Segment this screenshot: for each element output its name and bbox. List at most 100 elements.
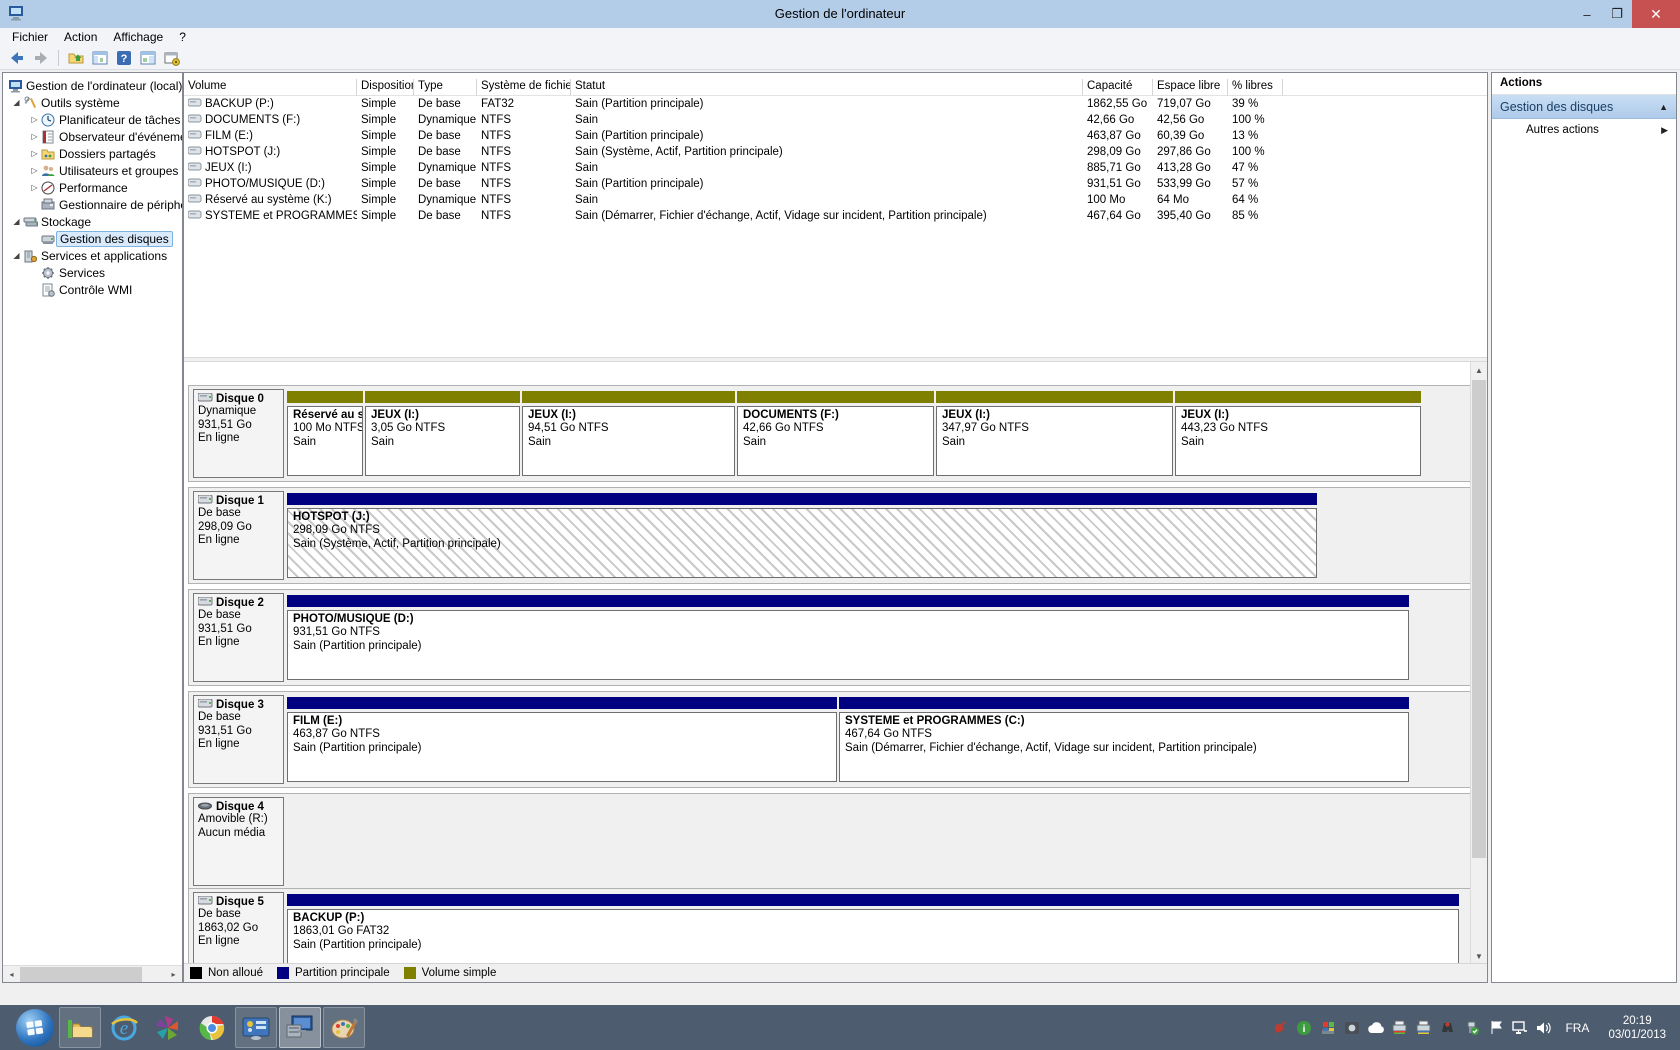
cloud-icon[interactable] xyxy=(1367,1019,1384,1036)
paint-icon[interactable] xyxy=(323,1007,365,1048)
scrollbar-thumb[interactable] xyxy=(1472,380,1486,858)
clock[interactable]: 20:19 03/01/2013 xyxy=(1602,1014,1672,1042)
printer-icon[interactable] xyxy=(1391,1019,1408,1036)
menu-fichier[interactable]: Fichier xyxy=(4,29,56,45)
up-level-button[interactable] xyxy=(65,48,87,68)
volume-row[interactable]: SYSTEME et PROGRAMMES (C:) SimpleDe base… xyxy=(184,208,1487,224)
expander-collapsed-icon[interactable]: ▷ xyxy=(29,166,40,175)
expander-expanded-icon[interactable]: ◢ xyxy=(11,98,22,107)
show-console-tree-button[interactable] xyxy=(89,48,111,68)
partition-film[interactable]: FILM (E:)463,87 Go NTFSSain (Partition p… xyxy=(287,695,837,784)
scrollbar-thumb[interactable] xyxy=(20,967,142,982)
expander-expanded-icon[interactable]: ◢ xyxy=(11,217,22,226)
tree-item-outils-systeme[interactable]: ◢ Outils système xyxy=(3,94,182,111)
tree-item-utilisateurs[interactable]: ▷ Utilisateurs et groupes l xyxy=(3,162,182,179)
volume-row[interactable]: BACKUP (P:) SimpleDe baseFAT32Sain (Part… xyxy=(184,96,1487,112)
column-header-capacite[interactable]: Capacité xyxy=(1083,79,1153,96)
tree-item-observateur[interactable]: ▷ Observateur d'événeme xyxy=(3,128,182,145)
internet-explorer-icon[interactable]: e xyxy=(103,1007,145,1048)
forward-button[interactable] xyxy=(30,48,52,68)
tree-item-gestion-des-disques[interactable]: Gestion des disques xyxy=(3,230,182,247)
collapse-icon[interactable]: ▲ xyxy=(1659,102,1668,112)
column-header-filesystem[interactable]: Système de fichiers xyxy=(477,79,571,96)
partition-backup[interactable]: BACKUP (P:)1863,01 Go FAT32Sain (Partiti… xyxy=(287,892,1459,965)
tree-horizontal-scrollbar[interactable]: ◂ ▸ xyxy=(3,965,182,982)
menu-help[interactable]: ? xyxy=(171,29,194,45)
expander-collapsed-icon[interactable]: ▷ xyxy=(29,183,40,192)
export-list-button[interactable] xyxy=(161,48,183,68)
panel-view-button[interactable] xyxy=(137,48,159,68)
volume-row[interactable]: Réservé au système (K:) SimpleDynamiqueN… xyxy=(184,192,1487,208)
tree-item-dossiers-partages[interactable]: ▷ Dossiers partagés xyxy=(3,145,182,162)
update-icon[interactable] xyxy=(1319,1019,1336,1036)
tree-item-gestionnaire-peripheriques[interactable]: Gestionnaire de périphé xyxy=(3,196,182,213)
help-button[interactable]: ? xyxy=(113,48,135,68)
column-header-type[interactable]: Type xyxy=(414,79,477,96)
column-header-espace-libre[interactable]: Espace libre xyxy=(1153,79,1228,96)
back-button[interactable] xyxy=(6,48,28,68)
partition-photo-musique[interactable]: PHOTO/MUSIQUE (D:)931,51 Go NTFSSain (Pa… xyxy=(287,593,1409,682)
gamepad-icon[interactable] xyxy=(1439,1019,1456,1036)
scroll-right-icon[interactable]: ▸ xyxy=(165,966,182,983)
explorer-icon[interactable] xyxy=(59,1007,101,1048)
volume-row[interactable]: JEUX (I:) SimpleDynamiqueNTFSSain885,71 … xyxy=(184,160,1487,176)
expander-expanded-icon[interactable]: ◢ xyxy=(11,251,22,260)
disk-area-vertical-scrollbar[interactable]: ▲ ▼ xyxy=(1470,362,1487,965)
info-icon[interactable]: i xyxy=(1295,1019,1312,1036)
photo-tray-icon[interactable] xyxy=(1343,1019,1360,1036)
close-button[interactable]: ✕ xyxy=(1632,0,1680,28)
chrome-icon[interactable] xyxy=(191,1007,233,1048)
tree-item-root[interactable]: Gestion de l'ordinateur (local) xyxy=(3,77,182,94)
tree-item-controle-wmi[interactable]: Contrôle WMI xyxy=(3,281,182,298)
partition-jeux[interactable]: JEUX (I:)3,05 Go NTFSSain xyxy=(365,389,520,478)
expander-collapsed-icon[interactable]: ▷ xyxy=(29,132,40,141)
partition-jeux[interactable]: JEUX (I:)94,51 Go NTFSSain xyxy=(522,389,735,478)
usb-icon[interactable] xyxy=(1463,1019,1480,1036)
network-icon[interactable] xyxy=(1511,1019,1528,1036)
photo-app-icon[interactable] xyxy=(147,1007,189,1048)
volume-row[interactable]: PHOTO/MUSIQUE (D:) SimpleDe baseNTFSSain… xyxy=(184,176,1487,192)
language-indicator[interactable]: FRA xyxy=(1559,1021,1595,1035)
app-tray-icon[interactable] xyxy=(1271,1019,1288,1036)
tree-item-performance[interactable]: ▷ Performance xyxy=(3,179,182,196)
partition-hotspot-selected[interactable]: HOTSPOT (J:)298,09 Go NTFSSain (Système,… xyxy=(287,491,1317,580)
disk-label[interactable]: Disque 5 De base 1863,02 Go En ligne xyxy=(193,892,284,965)
column-header-volume[interactable]: Volume xyxy=(184,79,357,96)
actions-item-autres-actions[interactable]: Autres actions▶ xyxy=(1492,119,1676,141)
menu-affichage[interactable]: Affichage xyxy=(105,29,171,45)
tree-item-stockage[interactable]: ◢ Stockage xyxy=(3,213,182,230)
column-header-disposition[interactable]: Disposition xyxy=(357,79,414,96)
disk-label[interactable]: Disque 2 De base 931,51 Go En ligne xyxy=(193,593,284,682)
restore-button[interactable]: ❐ xyxy=(1602,0,1632,28)
partition-documents[interactable]: DOCUMENTS (F:)42,66 Go NTFSSain xyxy=(737,389,934,478)
start-button[interactable] xyxy=(16,1009,54,1047)
volume-row[interactable]: DOCUMENTS (F:) SimpleDynamiqueNTFSSain42… xyxy=(184,112,1487,128)
minimize-button[interactable]: – xyxy=(1572,0,1602,28)
tree-item-services-applications[interactable]: ◢ Services et applications xyxy=(3,247,182,264)
volume-row[interactable]: FILM (E:) SimpleDe baseNTFSSain (Partiti… xyxy=(184,128,1487,144)
partition-jeux[interactable]: JEUX (I:)443,23 Go NTFSSain xyxy=(1175,389,1421,478)
actions-group-gestion-des-disques[interactable]: Gestion des disques▲ xyxy=(1492,95,1676,119)
disk-label[interactable]: Disque 0 Dynamique 931,51 Go En ligne xyxy=(193,389,284,478)
column-header-pct-libres[interactable]: % libres xyxy=(1228,79,1283,96)
partition-systeme[interactable]: SYSTEME et PROGRAMMES (C:)467,64 Go NTFS… xyxy=(839,695,1409,784)
disk-label[interactable]: Disque 3 De base 931,51 Go En ligne xyxy=(193,695,284,784)
expander-collapsed-icon[interactable]: ▷ xyxy=(29,149,40,158)
disk-label[interactable]: Disque 4 Amovible (R:) Aucun média xyxy=(193,797,284,886)
display-settings-icon[interactable] xyxy=(235,1007,277,1048)
scroll-up-icon[interactable]: ▲ xyxy=(1471,362,1487,379)
menu-action[interactable]: Action xyxy=(56,29,105,45)
scroll-left-icon[interactable]: ◂ xyxy=(3,966,20,983)
tree-item-planificateur[interactable]: ▷ Planificateur de tâches xyxy=(3,111,182,128)
tree-item-services[interactable]: Services xyxy=(3,264,182,281)
column-header-statut[interactable]: Statut xyxy=(571,79,1083,96)
volume-row[interactable]: HOTSPOT (J:) SimpleDe baseNTFSSain (Syst… xyxy=(184,144,1487,160)
flag-icon[interactable] xyxy=(1487,1019,1504,1036)
printer-icon-2[interactable] xyxy=(1415,1019,1432,1036)
speaker-icon[interactable] xyxy=(1535,1019,1552,1036)
partition-jeux[interactable]: JEUX (I:)347,97 Go NTFSSain xyxy=(936,389,1173,478)
partition-reserve[interactable]: Réservé au s100 Mo NTFSSain xyxy=(287,389,363,478)
disk-label[interactable]: Disque 1 De base 298,09 Go En ligne xyxy=(193,491,284,580)
computer-management-icon[interactable] xyxy=(279,1007,321,1048)
expander-collapsed-icon[interactable]: ▷ xyxy=(29,115,40,124)
